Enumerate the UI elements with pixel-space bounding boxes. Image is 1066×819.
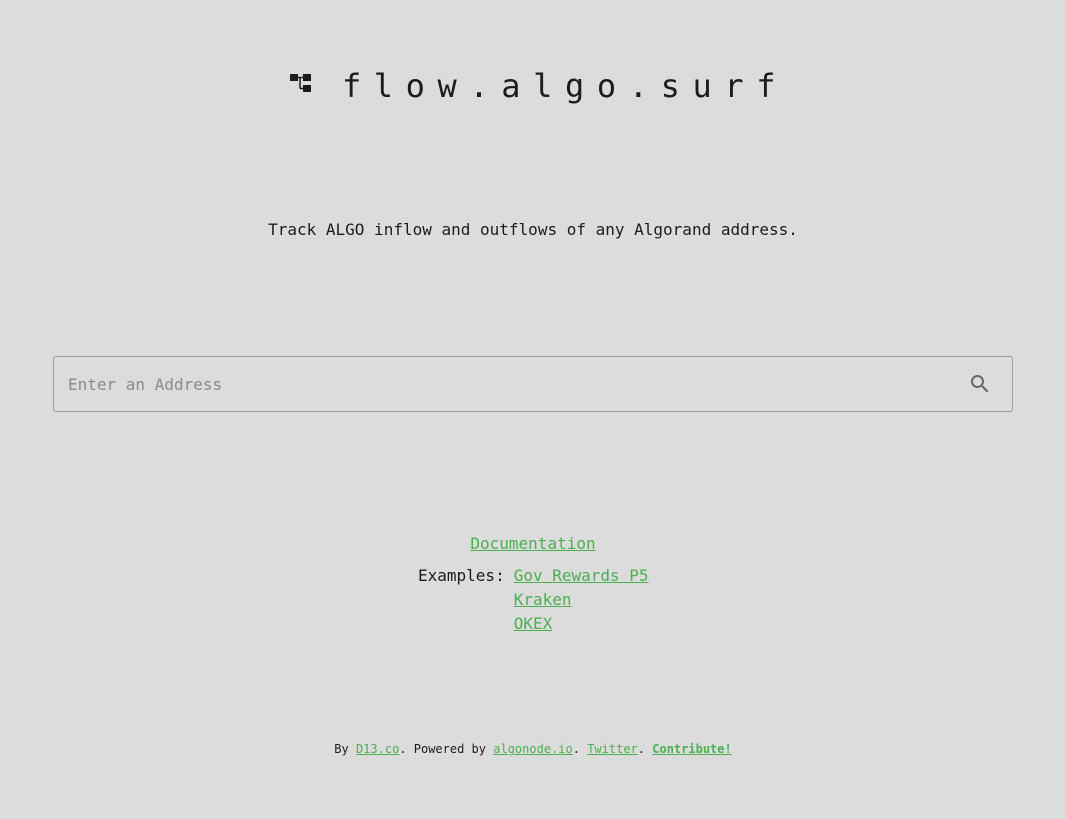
footer-contribute-link[interactable]: Contribute! [652, 742, 731, 756]
example-link-okex[interactable]: OKEX [514, 614, 553, 633]
flow-tree-icon [289, 74, 312, 94]
footer: By D13.co. Powered by algonode.io. Twitt… [0, 742, 1066, 756]
search-icon [971, 375, 989, 393]
documentation-link[interactable]: Documentation [470, 534, 595, 553]
examples-section: Examples: Gov Rewards P5 Kraken OKEX [418, 566, 649, 638]
footer-powered-text: . Powered by [399, 742, 487, 756]
search-button[interactable] [956, 360, 1004, 408]
search-bar [53, 356, 1013, 412]
footer-d13-link[interactable]: D13.co [356, 742, 399, 756]
site-header: flow.algo.surf [0, 66, 1066, 106]
example-link-kraken[interactable]: Kraken [514, 590, 572, 609]
site-title[interactable]: flow.algo.surf [342, 67, 788, 105]
examples-list: Gov Rewards P5 Kraken OKEX [514, 566, 649, 638]
links-section: Documentation [0, 534, 1066, 554]
page: flow.algo.surf Track ALGO inflow and out… [0, 0, 1066, 819]
address-search-input[interactable] [54, 357, 956, 411]
footer-separator: . [572, 742, 580, 756]
examples-label: Examples: [418, 566, 505, 585]
footer-twitter-link[interactable]: Twitter [587, 742, 638, 756]
footer-algonode-link[interactable]: algonode.io [493, 742, 572, 756]
tagline: Track ALGO inflow and outflows of any Al… [268, 220, 798, 239]
footer-by-text: By [334, 742, 349, 756]
footer-separator: . [637, 742, 646, 756]
example-link-gov-rewards[interactable]: Gov Rewards P5 [514, 566, 649, 585]
